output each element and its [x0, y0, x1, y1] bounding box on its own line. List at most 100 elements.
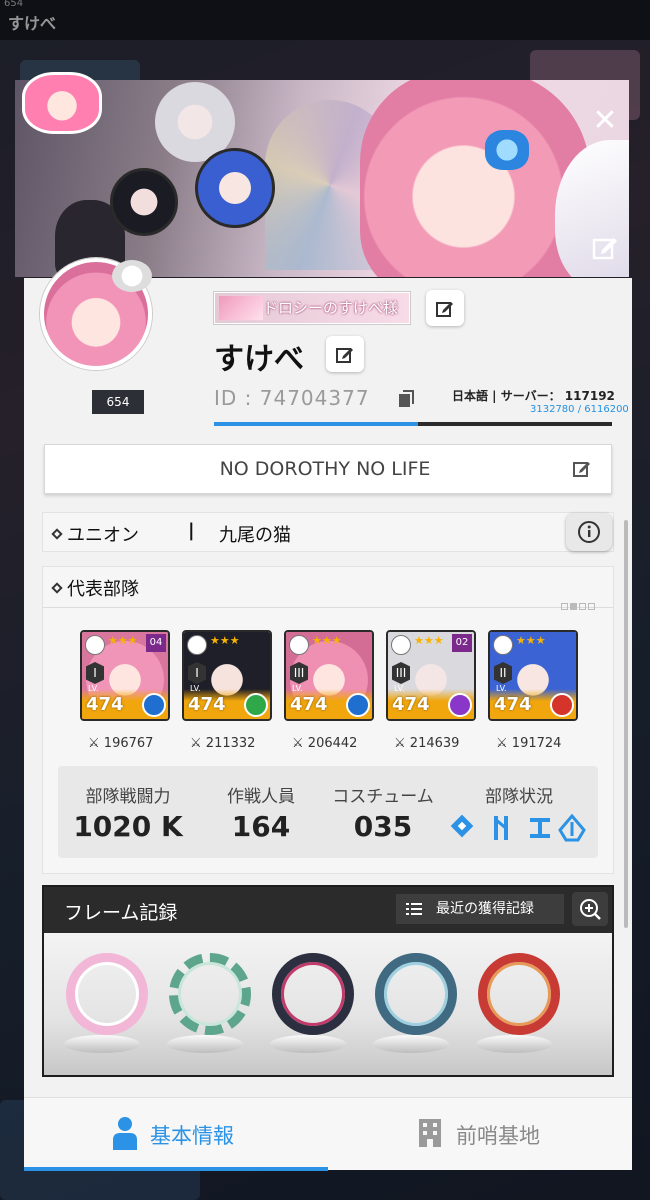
- weapon-icon: [558, 814, 586, 842]
- copy-id-icon[interactable]: [396, 388, 418, 410]
- diamond-icon: [51, 582, 63, 594]
- lv-tag: LV.: [190, 684, 201, 693]
- union-name: 九尾の猫: [219, 525, 291, 546]
- bottom-tabs: 基本情報 前哨基地: [24, 1097, 632, 1171]
- water-element-icon: [346, 693, 370, 717]
- tab-basic-info[interactable]: 基本情報: [24, 1098, 328, 1171]
- squad-member-card[interactable]: ★★★ II LV. 474: [488, 630, 578, 721]
- banner-character-dark: [110, 168, 178, 236]
- rank-badge: III: [290, 662, 308, 684]
- tab-outpost[interactable]: 前哨基地: [328, 1098, 632, 1171]
- frame-red-gun-ring[interactable]: [478, 953, 560, 1035]
- level-badge: 654: [92, 390, 144, 414]
- member-level: 474: [86, 694, 124, 715]
- swords-icon: ⚔: [394, 736, 406, 751]
- player-name: すけべ: [214, 342, 304, 377]
- staff-label: 作戦人員: [227, 787, 295, 807]
- exp-fill: [214, 422, 418, 426]
- list-icon: [406, 903, 422, 915]
- page-dot: [579, 603, 586, 610]
- lv-tag: LV.: [292, 684, 303, 693]
- profile-banner: [15, 80, 629, 277]
- star-rating: ★★★: [210, 634, 240, 647]
- wind-element-icon: [244, 693, 268, 717]
- recent-records-button[interactable]: 最近の獲得記録: [396, 894, 564, 924]
- title-chip-art: [219, 296, 263, 320]
- member-level: 474: [392, 694, 430, 715]
- member-power: ⚔ 211332: [190, 736, 255, 751]
- motto-box[interactable]: NO DOROTHY NO LIFE: [44, 444, 612, 494]
- frame-record-section: フレーム記録 最近の獲得記録: [42, 885, 614, 1077]
- divider: [43, 607, 613, 608]
- member-level: 474: [494, 694, 532, 715]
- edit-title-button[interactable]: [426, 290, 464, 326]
- pedestal: [64, 1035, 140, 1053]
- swords-icon: ⚔: [496, 736, 508, 751]
- burst-type-icon: [450, 814, 474, 838]
- class-icon: [530, 818, 550, 838]
- member-power-value: 196767: [103, 736, 154, 751]
- rank-badge: III: [392, 662, 410, 684]
- member-power-value: 191724: [511, 736, 562, 751]
- tab-basic-info-label: 基本情報: [150, 1124, 234, 1148]
- lv-tag: LV.: [88, 684, 99, 693]
- squad-status-icons: [450, 814, 586, 842]
- diamond-icon: [51, 528, 63, 540]
- info-icon: [578, 521, 600, 543]
- swords-icon: ⚔: [88, 736, 100, 751]
- squad-member-card[interactable]: ★★★ 04 I LV. 474: [80, 630, 170, 721]
- rank-badge: I: [86, 662, 104, 684]
- rank-badge: II: [494, 662, 512, 684]
- union-label: ユニオン: [67, 525, 139, 546]
- fire-element-icon: [550, 693, 574, 717]
- lv-tag: LV.: [496, 684, 507, 693]
- edit-icon: [573, 462, 590, 477]
- member-level: 474: [290, 694, 328, 715]
- banner-edit-icon[interactable]: [592, 234, 618, 260]
- squad-member-card[interactable]: ★★★ I LV. 474: [182, 630, 272, 721]
- squad-member-card[interactable]: ★★★ 02 III LV. 474: [386, 630, 476, 721]
- close-icon[interactable]: ✕: [590, 106, 620, 136]
- frame-search-button[interactable]: [572, 892, 608, 926]
- title-chip[interactable]: ドロシーのすけべ様: [213, 291, 411, 325]
- class-icon: [391, 635, 411, 655]
- frame-cat-ear-headphones[interactable]: [66, 953, 148, 1035]
- costume-label: コスチューム: [332, 787, 434, 807]
- squad-member-card[interactable]: ★★★ III LV. 474: [284, 630, 374, 721]
- star-rating: ★★★: [414, 634, 444, 647]
- title-chip-label: ドロシーのすけべ様: [263, 299, 399, 317]
- rank-badge: I: [188, 662, 206, 684]
- edit-name-button[interactable]: [326, 336, 364, 372]
- frame-dark-ring[interactable]: [272, 953, 354, 1035]
- building-icon: [419, 1119, 441, 1147]
- swords-icon: ⚔: [292, 736, 304, 751]
- avatar[interactable]: [40, 258, 152, 370]
- player-id: ID : 74704377: [214, 386, 370, 410]
- page-dot: [588, 603, 595, 610]
- member-power: ⚔ 196767: [88, 736, 153, 751]
- member-power-value: 206442: [307, 736, 358, 751]
- pedestal: [270, 1035, 346, 1053]
- zoom-plus-icon: [580, 899, 601, 920]
- frame-crystal-ring[interactable]: [169, 953, 251, 1035]
- class-icon: [85, 635, 105, 655]
- member-power: ⚔ 214639: [394, 736, 459, 751]
- staff-value: 164: [231, 810, 291, 843]
- butterfly-icon: [485, 130, 529, 170]
- star-rating: ★★★: [516, 634, 546, 647]
- tab-outpost-label: 前哨基地: [456, 1124, 540, 1148]
- avatar-flower-decoration: [112, 260, 152, 292]
- lv-tag: LV.: [394, 684, 405, 693]
- frame-rifle-ring[interactable]: [375, 953, 457, 1035]
- union-info-button[interactable]: [566, 513, 612, 551]
- class-icon: [289, 635, 309, 655]
- member-power-value: 211332: [205, 736, 256, 751]
- banner-character-art: [360, 80, 590, 277]
- core-badge: 04: [146, 634, 166, 652]
- squad-label: 代表部隊: [67, 579, 139, 600]
- tab-active-indicator: [24, 1167, 328, 1171]
- costume-value: 035: [353, 810, 413, 843]
- scrollbar[interactable]: [624, 520, 628, 928]
- frame-record-header: フレーム記録 最近の獲得記録: [44, 887, 612, 933]
- manufacturer-icon: [494, 816, 508, 840]
